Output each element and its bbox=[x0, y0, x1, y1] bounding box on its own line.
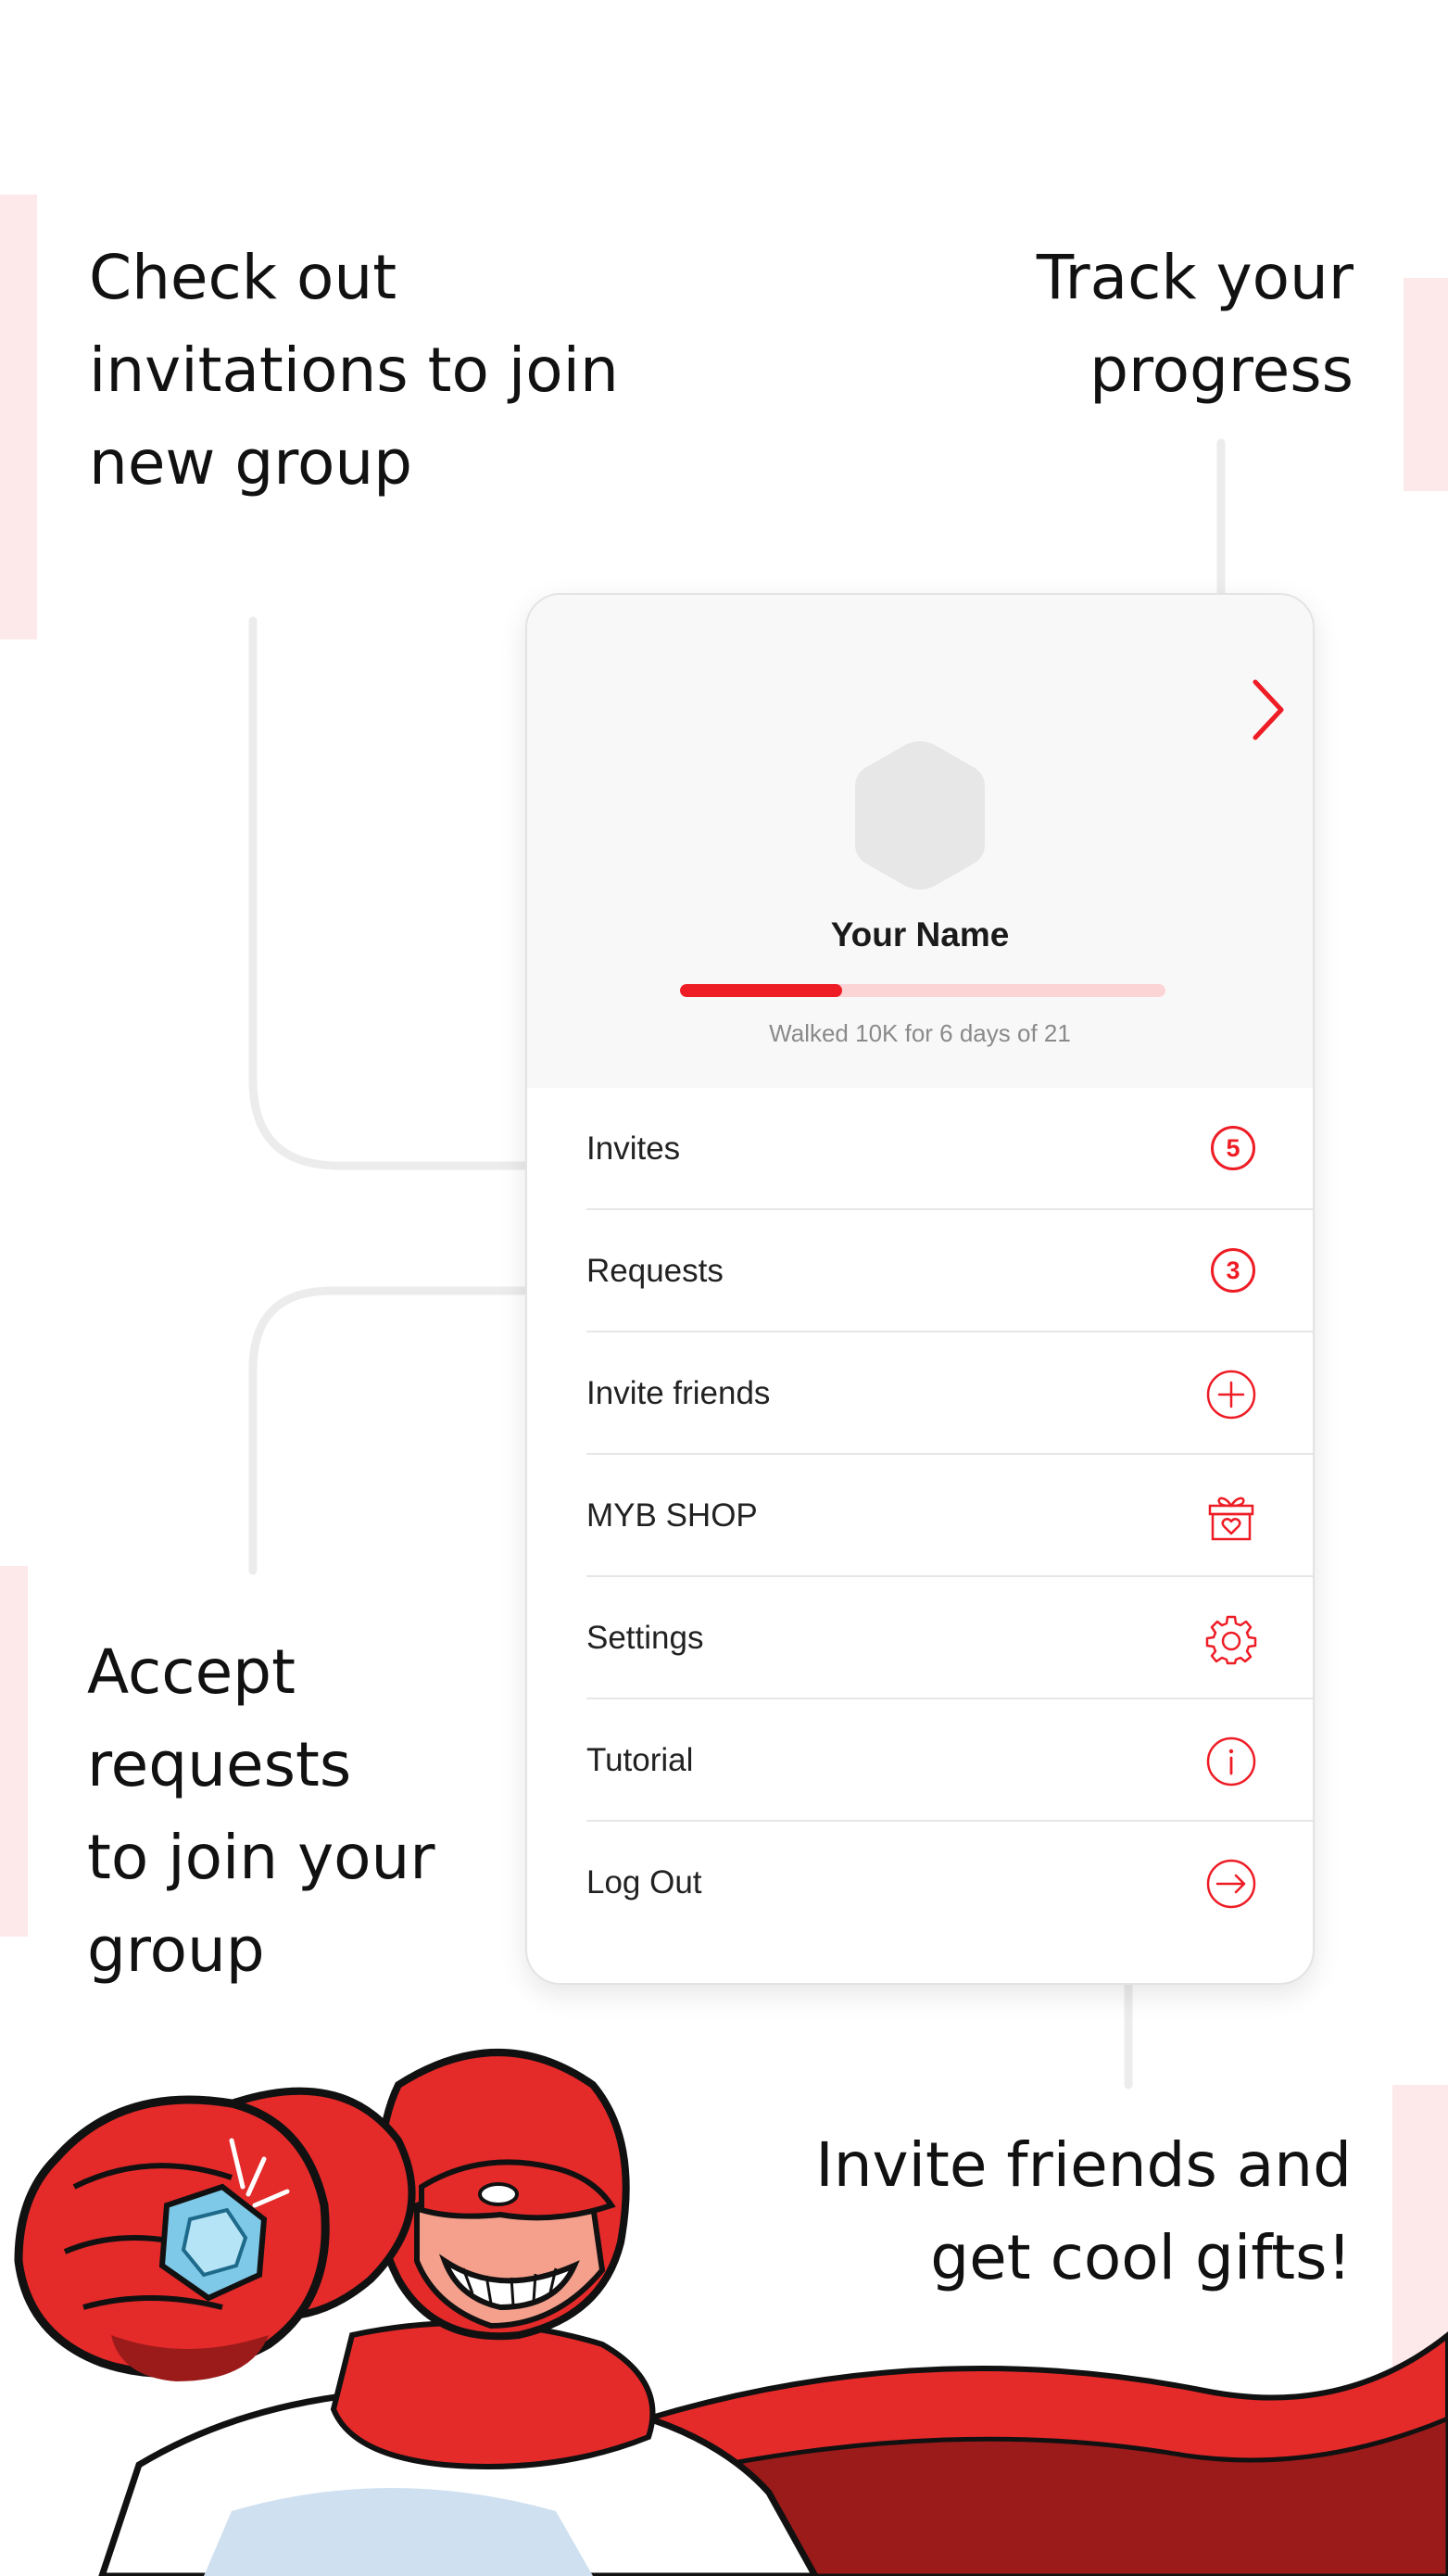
menu-item-shop[interactable]: MYB SHOP bbox=[586, 1455, 1313, 1577]
menu-item-invites[interactable]: Invites 5 bbox=[586, 1088, 1313, 1210]
progress-bar bbox=[680, 984, 1165, 997]
callout-requests-line: Accept bbox=[87, 1636, 296, 1708]
menu-item-requests[interactable]: Requests 3 bbox=[586, 1210, 1313, 1332]
superhero-mascot bbox=[14, 2049, 1448, 2576]
callout-invitations-line: Check out bbox=[89, 242, 397, 313]
decorative-stripe-right-top bbox=[1404, 278, 1448, 491]
connector-requests bbox=[248, 1286, 564, 1575]
profile-menu-card: Your Name Walked 10K for 6 days of 21 In… bbox=[525, 593, 1315, 1985]
logout-icon bbox=[1206, 1859, 1256, 1909]
callout-invitations-line: new group bbox=[89, 427, 413, 499]
callout-requests-line: requests bbox=[87, 1729, 352, 1800]
callout-progress-line: Track your bbox=[1036, 242, 1354, 313]
connector-invitations bbox=[248, 616, 564, 1170]
callout-requests-line: group bbox=[87, 1914, 265, 1986]
progress-caption: Walked 10K for 6 days of 21 bbox=[769, 1019, 1071, 1047]
menu-item-invite-friends[interactable]: Invite friends bbox=[586, 1332, 1313, 1455]
menu-item-logout[interactable]: Log Out bbox=[586, 1822, 1313, 1944]
menu-item-label: Invite friends bbox=[586, 1375, 771, 1411]
chevron-right-icon[interactable] bbox=[1246, 673, 1292, 747]
menu-list: Invites 5 Requests 3 Invite friends MYB … bbox=[527, 1088, 1313, 1944]
menu-item-tutorial[interactable]: Tutorial bbox=[586, 1699, 1313, 1822]
menu-item-label: Requests bbox=[586, 1253, 724, 1289]
menu-item-label: Settings bbox=[586, 1620, 704, 1656]
menu-item-settings[interactable]: Settings bbox=[586, 1577, 1313, 1699]
avatar bbox=[855, 741, 985, 890]
decorative-stripe-left-top bbox=[0, 195, 37, 639]
callout-progress: Track your progress bbox=[1037, 232, 1354, 417]
menu-item-label: Invites bbox=[586, 1130, 681, 1167]
gear-icon bbox=[1205, 1615, 1257, 1665]
menu-item-label: Tutorial bbox=[586, 1742, 694, 1778]
profile-header[interactable]: Your Name Walked 10K for 6 days of 21 bbox=[527, 595, 1313, 1088]
callout-invitations-line: invitations to join bbox=[89, 335, 619, 406]
callout-requests-line: to join your bbox=[87, 1822, 435, 1893]
user-name: Your Name bbox=[830, 915, 1010, 953]
requests-count-badge: 3 bbox=[1211, 1248, 1255, 1293]
progress-bar-fill bbox=[680, 984, 842, 997]
plus-circle-icon bbox=[1206, 1370, 1256, 1420]
info-icon bbox=[1206, 1736, 1256, 1787]
menu-item-label: Log Out bbox=[586, 1864, 702, 1900]
invites-count-badge: 5 bbox=[1211, 1126, 1255, 1170]
menu-item-label: MYB SHOP bbox=[586, 1497, 758, 1534]
decorative-stripe-left-mid bbox=[0, 1566, 28, 1937]
callout-progress-line: progress bbox=[1089, 335, 1354, 406]
callout-invitations: Check out invitations to join new group bbox=[89, 232, 619, 510]
callout-requests: Accept requests to join your group bbox=[87, 1626, 435, 1997]
gift-icon bbox=[1208, 1496, 1254, 1541]
